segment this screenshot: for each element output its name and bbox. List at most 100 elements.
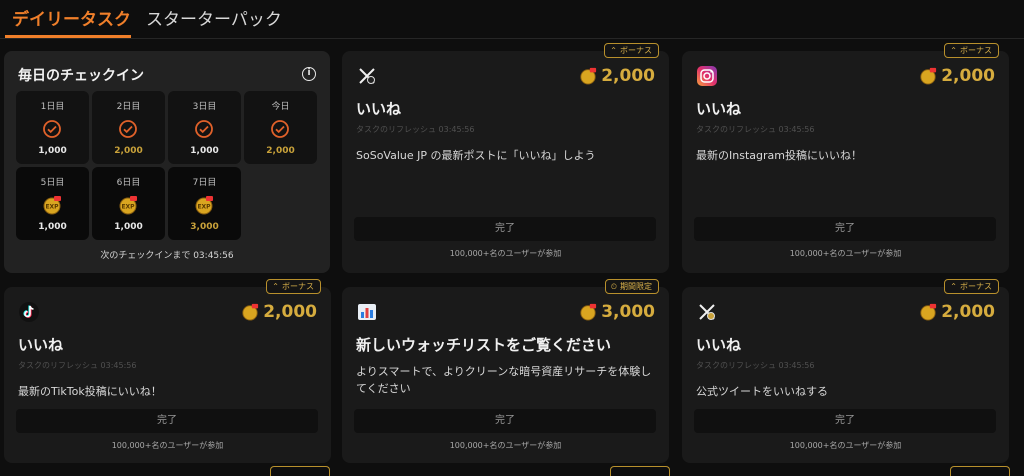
check-circle-icon (195, 120, 213, 138)
checkin-day-1: 1日目 1,000 (16, 91, 89, 164)
reward-value: 2,000 (941, 302, 995, 322)
checkin-day-3: 3日目 1,000 (168, 91, 241, 164)
reward: 2,000 (579, 65, 655, 87)
exp-coin-icon: EXP (43, 196, 61, 215)
task-refresh: タスクのリフレッシュ 03:45:56 (696, 361, 815, 370)
reward: 2,000 (919, 301, 995, 323)
chevron-up-icon: ⌃ (272, 282, 279, 291)
day-amount: 2,000 (266, 146, 295, 156)
participant-count: 100,000+名のユーザーが参加 (789, 249, 902, 258)
task-description: 最新のTikTok投稿にいいね！ (18, 385, 162, 398)
day-amount: 1,000 (114, 222, 143, 232)
tab-starter-pack[interactable]: スターターパック (146, 8, 282, 32)
day-amount: 3,000 (190, 222, 219, 232)
clock-icon: ⏲ (610, 282, 617, 291)
day-label: 3日目 (192, 102, 217, 112)
chevron-up-icon: ⌃ (950, 282, 957, 291)
svg-text:EXP: EXP (121, 204, 135, 211)
next-row-badge-edge (950, 466, 1010, 476)
next-row-badge-edge (270, 466, 330, 476)
checkin-day-5[interactable]: 5日目 EXP 1,000 (16, 167, 89, 240)
check-circle-icon (271, 120, 289, 138)
bonus-badge: ⌃ ボーナス (604, 43, 659, 58)
day-label: 1日目 (40, 102, 65, 112)
task-card-official-tweet: ⌃ ボーナス 2,000 いいね タスクのリフレッシュ 03:45:56 公式ツイ… (682, 279, 1009, 463)
participant-count: 100,000+名のユーザーが参加 (449, 441, 562, 450)
task-card-watchlist: ⏲ 期間限定 3,000 新しいウォッチリストをご覧ください よりスマートで、より… (342, 279, 669, 463)
next-checkin-countdown: 次のチェックインまで 03:45:56 (100, 251, 234, 261)
exp-coin-icon: EXP (195, 196, 213, 215)
reward-value: 2,000 (263, 302, 317, 322)
day-amount: 1,000 (38, 222, 67, 232)
reward-value: 2,000 (601, 66, 655, 86)
day-amount: 2,000 (114, 146, 143, 156)
tab-daily-tasks[interactable]: デイリータスク (12, 8, 131, 32)
reward: 2,000 (241, 301, 317, 323)
complete-button[interactable]: 完了 (694, 409, 996, 433)
checkin-day-2: 2日目 2,000 (92, 91, 165, 164)
svg-text:EXP: EXP (197, 204, 211, 211)
task-description: よりスマートで、よりクリーンな暗号資産リサーチを体験してください (356, 365, 652, 395)
task-card-x-like: ⌃ ボーナス 2,000 いいね タスクのリフレッシュ 03:45:56 SoSo… (342, 43, 669, 273)
x-logo-icon (699, 304, 715, 320)
checkin-day-today: 今日 2,000 (244, 91, 317, 164)
reward-value: 3,000 (601, 302, 655, 322)
task-title: いいね (696, 100, 742, 118)
participant-count: 100,000+名のユーザーが参加 (111, 441, 224, 450)
daily-checkin-card: 毎日のチェックイン i 1日目 1,000 2日目 2,000 3日目 1,00… (4, 51, 330, 273)
task-title: いいね (696, 336, 742, 354)
exp-coin-icon (242, 303, 259, 321)
task-title: いいね (18, 336, 64, 354)
reward-value: 2,000 (941, 66, 995, 86)
reward: 3,000 (579, 301, 655, 323)
day-label: 6日目 (116, 178, 141, 188)
task-card-instagram-like: ⌃ ボーナス 2,000 いいね タスクのリフレッシュ 03:45:56 最新のI… (682, 43, 1009, 273)
checkin-day-7[interactable]: 7日目 EXP 3,000 (168, 167, 241, 240)
chart-icon (358, 304, 376, 320)
task-card-tiktok-like: ⌃ ボーナス 2,000 いいね タスクのリフレッシュ 03:45:56 最新のT… (4, 279, 331, 463)
task-title: 新しいウォッチリストをご覧ください (356, 336, 612, 354)
check-circle-icon (119, 120, 137, 138)
bonus-badge: ⌃ ボーナス (266, 279, 321, 294)
exp-coin-icon (580, 303, 597, 321)
task-description: 公式ツイートをいいねする (696, 385, 828, 398)
day-label: 今日 (271, 102, 290, 112)
day-amount: 1,000 (190, 146, 219, 156)
complete-button[interactable]: 完了 (694, 217, 996, 241)
exp-coin-icon (580, 67, 597, 85)
svg-text:EXP: EXP (45, 204, 59, 211)
task-refresh: タスクのリフレッシュ 03:45:56 (696, 125, 815, 134)
task-description: 最新のInstagram投稿にいいね！ (696, 149, 862, 162)
day-label: 2日目 (116, 102, 141, 112)
active-tab-indicator (5, 35, 131, 38)
task-refresh: タスクのリフレッシュ 03:45:56 (356, 125, 475, 134)
day-label: 5日目 (40, 178, 65, 188)
exp-coin-icon (920, 303, 937, 321)
exp-coin-icon: EXP (119, 196, 137, 215)
chevron-up-icon: ⌃ (610, 46, 617, 55)
next-row-badge-edge (610, 466, 670, 476)
complete-button[interactable]: 完了 (16, 409, 318, 433)
info-icon[interactable]: i (302, 67, 316, 81)
limited-time-badge: ⏲ 期間限定 (604, 279, 659, 294)
participant-count: 100,000+名のユーザーが参加 (449, 249, 562, 258)
task-title: いいね (356, 100, 402, 118)
exp-coin-icon (920, 67, 937, 85)
x-logo-icon (359, 68, 375, 84)
complete-button[interactable]: 完了 (354, 217, 656, 241)
task-tabs: デイリータスク スターターパック (0, 0, 1024, 39)
reward: 2,000 (919, 65, 995, 87)
chevron-up-icon: ⌃ (950, 46, 957, 55)
day-amount: 1,000 (38, 146, 67, 156)
instagram-icon (697, 66, 717, 86)
task-description: SoSoValue JP の最新ポストに「いいね」しよう (356, 149, 596, 162)
checkin-title: 毎日のチェックイン (18, 68, 144, 84)
day-label: 7日目 (192, 178, 217, 188)
complete-button[interactable]: 完了 (354, 409, 656, 433)
checkin-day-6[interactable]: 6日目 EXP 1,000 (92, 167, 165, 240)
bonus-badge: ⌃ ボーナス (944, 43, 999, 58)
task-refresh: タスクのリフレッシュ 03:45:56 (18, 361, 137, 370)
check-circle-icon (43, 120, 61, 138)
tiktok-icon (19, 302, 39, 322)
participant-count: 100,000+名のユーザーが参加 (789, 441, 902, 450)
